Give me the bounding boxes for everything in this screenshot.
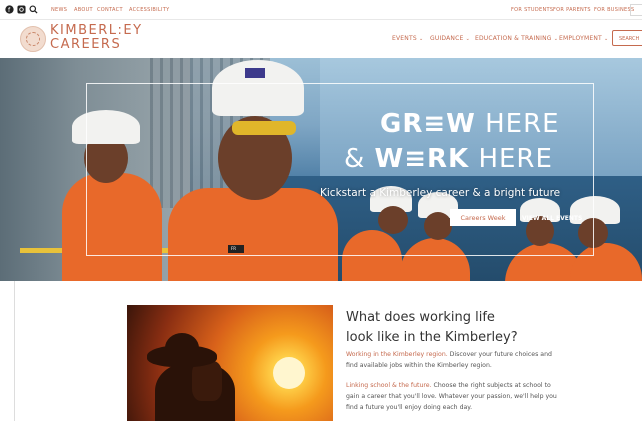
nav-item-education-training[interactable]: EDUCATION & TRAINING ⌄ — [475, 35, 558, 42]
chevron-down-icon: ⌄ — [418, 36, 424, 42]
logo-line-2: CAREERS — [50, 37, 122, 52]
site-header: KIMBERL:EY CAREERS EVENTS ⌄ GUIDANCE ⌄ E… — [0, 20, 642, 58]
working-region-link[interactable]: Working in the Kimberley region. — [346, 351, 448, 358]
paragraph-working: Working in the Kimberley region. Discove… — [346, 349, 561, 371]
hero-grow-word: GR≡W — [380, 109, 476, 139]
nav-item-guidance[interactable]: GUIDANCE ⌄ — [430, 35, 470, 42]
topbar-link-about[interactable]: ABOUT — [74, 7, 93, 13]
hero-here-2: HERE — [469, 144, 553, 174]
careers-week-button[interactable]: Careers Week — [450, 209, 516, 226]
topbar-link-students[interactable]: FOR STUDENTS — [511, 7, 553, 13]
topbar-link-news[interactable]: NEWS — [51, 7, 67, 13]
topbar-link-parents[interactable]: FOR PARENTS — [553, 7, 591, 13]
sun-shape — [273, 357, 305, 389]
nav-label-events: EVENTS — [392, 35, 417, 42]
nav-label-employment: EMPLOYMENT — [559, 35, 602, 42]
silhouette-hat — [147, 345, 217, 367]
facebook-icon[interactable]: f — [5, 5, 14, 14]
view-all-events-link[interactable]: VIEW ALL EVENTS — [522, 215, 582, 222]
site-logo[interactable]: KIMBERL:EY CAREERS — [50, 24, 143, 52]
topbar-link-contact[interactable]: CONTACT — [97, 7, 123, 13]
hero-subtitle: Kickstart a Kimberley career & a bright … — [320, 187, 561, 199]
nav-label-guidance: GUIDANCE — [430, 35, 464, 42]
linking-school-link[interactable]: Linking school & the future. — [346, 382, 432, 389]
helmet-logo — [245, 68, 265, 78]
silhouette-hair — [192, 361, 222, 401]
hero-banner: FR GR≡W HERE & W≡RK HERE Kickstart a Kim… — [0, 58, 642, 281]
hero-here-1: HERE — [475, 109, 560, 139]
chevron-down-icon: ⌄ — [553, 36, 559, 42]
section-heading-line-2: look like in the Kimberley? — [346, 330, 518, 345]
hero-work-word: W≡RK — [374, 144, 470, 174]
nav-label-education-training: EDUCATION & TRAINING — [475, 35, 552, 42]
content-left-rule — [14, 281, 15, 421]
logo-line-1: KIMBERL:EY — [50, 23, 143, 38]
search-button[interactable]: SEARCH — [612, 30, 642, 46]
section-heading-line-1: What does working life — [346, 310, 495, 325]
nav-item-employment[interactable]: EMPLOYMENT ⌄ — [559, 35, 608, 42]
search-icon[interactable] — [29, 5, 38, 14]
paragraph-linking: Linking school & the future. Choose the … — [346, 380, 561, 413]
hero-headline-2: & W≡RK HERE — [344, 144, 553, 174]
nav-item-events[interactable]: EVENTS ⌄ — [392, 35, 423, 42]
instagram-icon[interactable] — [17, 5, 26, 14]
chevron-down-icon: ⌄ — [604, 36, 609, 42]
topbar-link-accessibility[interactable]: ACCESSIBILITY — [129, 7, 169, 13]
hero-ampersand: & — [344, 144, 375, 174]
hero-headline-1: GR≡W HERE — [380, 109, 560, 139]
topbar-link-business[interactable]: FOR BUSINESS — [594, 7, 634, 13]
sunset-silhouette-image — [127, 305, 333, 421]
utility-bar: f NEWS ABOUT CONTACT ACCESSIBILITY FOR S… — [0, 0, 642, 20]
logo-emblem-icon[interactable] — [20, 26, 46, 52]
chevron-down-icon: ⌄ — [465, 36, 470, 42]
topbar-edge-control — [630, 4, 642, 16]
section-heading: What does working life look like in the … — [346, 308, 586, 348]
